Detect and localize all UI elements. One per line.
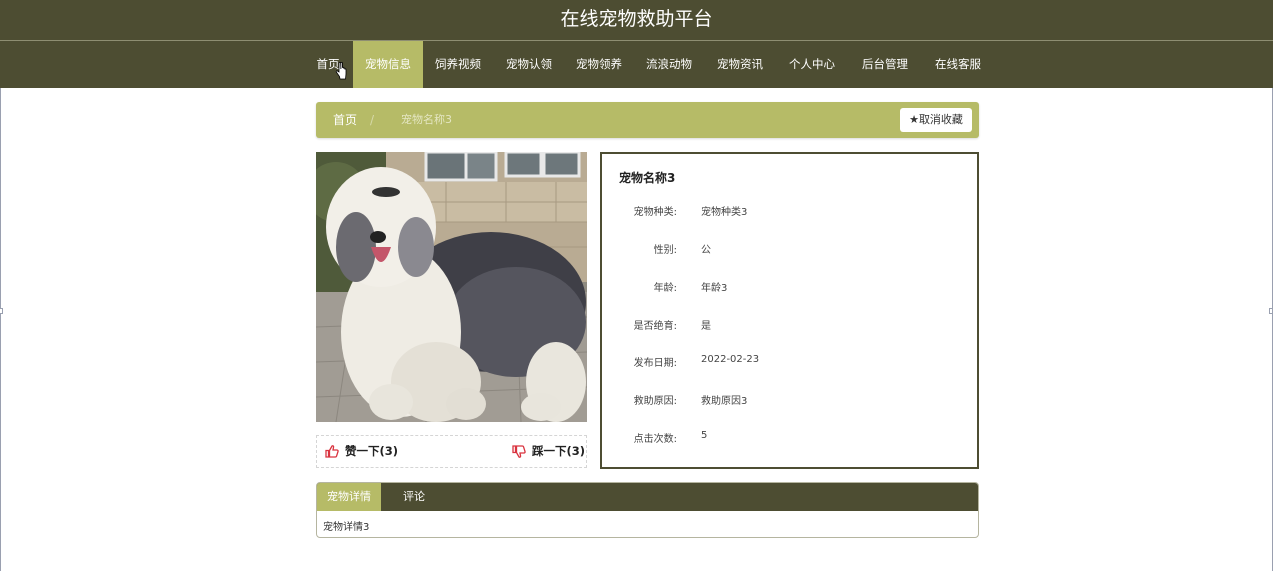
nav-item-feeding-videos[interactable]: 饲养视频 (428, 41, 488, 88)
tab-content-text: 宠物详情3 (323, 522, 370, 533)
like-count-label: 赞一下(3) (345, 444, 399, 458)
tabs-header: 宠物详情 评论 (317, 483, 978, 511)
breadcrumb-current: 宠物名称3 (401, 113, 452, 126)
detail-label: 性别: (653, 245, 677, 256)
detail-value: 是 (701, 321, 711, 332)
pet-details-panel: 宠物名称3 宠物种类: 宠物种类3 性别: 公 年龄: 年龄3 是否绝育: 是 … (600, 152, 979, 469)
unfavorite-button-label: 取消收藏 (918, 113, 963, 126)
detail-row-publish-date: 发布日期: 2022-02-23 (602, 354, 977, 370)
dislike-button[interactable]: 踩一下(3) (512, 436, 586, 467)
nav-item-pet-news[interactable]: 宠物资讯 (710, 41, 770, 88)
thumbs-up-icon (325, 445, 339, 458)
detail-value: 2022-02-23 (701, 354, 760, 365)
detail-label: 是否绝育: (633, 321, 677, 332)
detail-row-neutered: 是否绝育: 是 (602, 317, 977, 333)
site-title: 在线宠物救助平台 (560, 8, 713, 30)
detail-value: 救助原因3 (701, 396, 748, 407)
main-nav: 首页 宠物信息 饲养视频 宠物认领 宠物领养 流浪动物 宠物资讯 个人中心 后台… (0, 41, 1273, 88)
tab-pet-details[interactable]: 宠物详情 (317, 483, 381, 511)
nav-item-pet-adoption[interactable]: 宠物领养 (569, 41, 629, 88)
detail-label: 点击次数: (633, 434, 677, 445)
detail-value: 公 (701, 245, 711, 256)
resize-handle-left[interactable] (0, 308, 3, 314)
thumbs-down-icon (512, 445, 526, 458)
detail-row-species: 宠物种类: 宠物种类3 (602, 203, 977, 219)
like-button[interactable]: 赞一下(3) (325, 436, 415, 467)
detail-row-click-count: 点击次数: 5 (602, 430, 977, 446)
breadcrumb-separator: / (370, 113, 375, 127)
detail-value: 年龄3 (701, 283, 728, 294)
nav-item-stray-animals[interactable]: 流浪动物 (639, 41, 699, 88)
vote-row: 赞一下(3) 踩一下(3) (316, 435, 587, 468)
breadcrumb-home-link[interactable]: 首页 (333, 102, 357, 138)
detail-row-gender: 性别: 公 (602, 241, 977, 257)
nav-item-admin[interactable]: 后台管理 (855, 41, 915, 88)
nav-item-user-center[interactable]: 个人中心 (782, 41, 842, 88)
detail-tabs-panel: 宠物详情 评论 宠物详情3 (316, 482, 979, 538)
detail-label: 发布日期: (633, 358, 677, 369)
nav-item-pet-claim[interactable]: 宠物认领 (499, 41, 559, 88)
detail-value: 5 (701, 430, 708, 441)
detail-row-rescue-reason: 救助原因: 救助原因3 (602, 392, 977, 408)
nav-item-online-service[interactable]: 在线客服 (928, 41, 988, 88)
detail-value: 宠物种类3 (701, 207, 748, 218)
dislike-count-label: 踩一下(3) (532, 444, 586, 458)
tab-comments[interactable]: 评论 (381, 483, 447, 511)
pet-name: 宠物名称3 (619, 171, 676, 185)
breadcrumb: 首页 / 宠物名称3 ★取消收藏 (316, 102, 979, 138)
star-icon: ★ (909, 113, 919, 126)
detail-row-age: 年龄: 年龄3 (602, 279, 977, 295)
pet-photo (316, 152, 587, 422)
resize-handle-right[interactable] (1269, 308, 1273, 314)
nav-item-pet-info[interactable]: 宠物信息 (353, 41, 423, 88)
detail-label: 救助原因: (633, 396, 677, 407)
mouse-cursor-icon (335, 62, 347, 80)
detail-label: 年龄: (653, 283, 677, 294)
site-header: 在线宠物救助平台 首页 宠物信息 饲养视频 宠物认领 宠物领养 流浪动物 宠物资… (0, 0, 1273, 88)
detail-label: 宠物种类: (633, 207, 677, 218)
unfavorite-button[interactable]: ★取消收藏 (900, 108, 972, 132)
